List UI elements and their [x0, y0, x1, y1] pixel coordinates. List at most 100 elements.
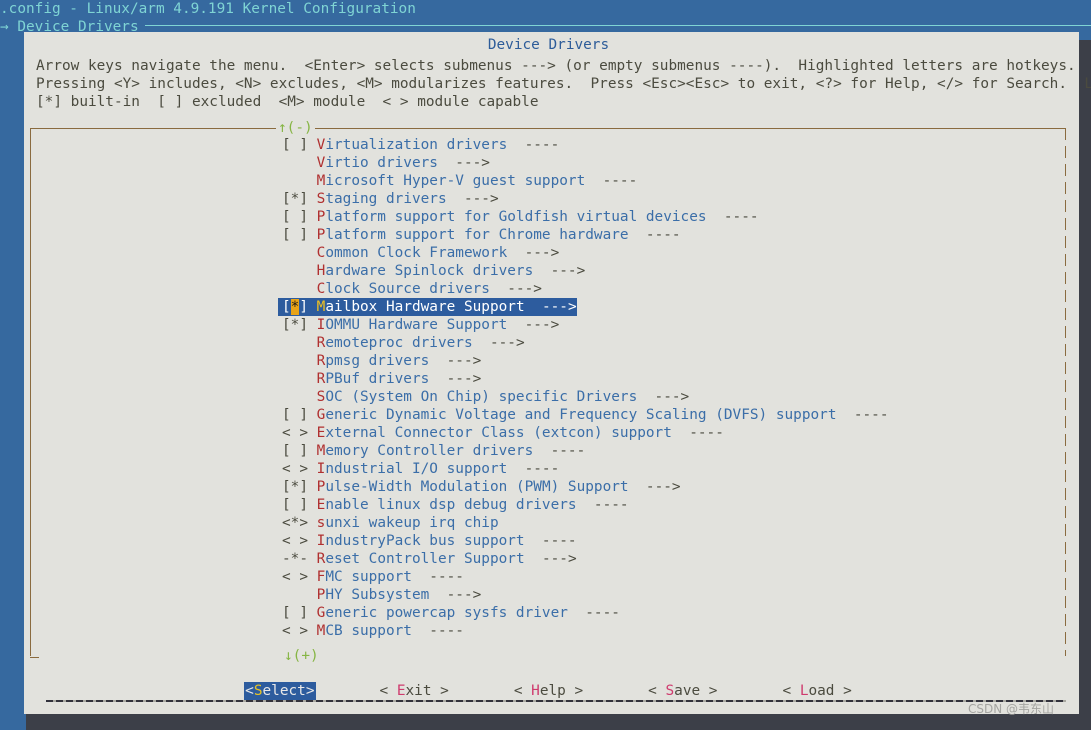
menu-item[interactable]: [ ] Virtualization drivers ----: [278, 136, 559, 154]
menu-item[interactable]: < > Industrial I/O support ----: [278, 460, 559, 478]
action-button[interactable]: < Exit >: [379, 682, 450, 700]
menu-item-star-icon: *: [290, 191, 300, 207]
menu-item-submenu-arrow-icon: ----: [524, 533, 577, 549]
menu-item-star-icon: *: [290, 515, 300, 531]
button-label: oad >: [808, 683, 852, 699]
watermark: CSDN @韦东山: [968, 702, 1055, 716]
action-button[interactable]: < Load >: [781, 682, 852, 700]
button-bracket-left: <: [379, 683, 397, 699]
menu-item-label: OMMU Hardware Support: [325, 317, 508, 333]
menu-item-state: < >: [282, 569, 317, 585]
action-button[interactable]: <Select>: [244, 682, 316, 700]
menu-item-submenu-arrow-icon: ----: [585, 173, 638, 189]
menu-item[interactable]: Remoteproc drivers --->: [278, 334, 525, 352]
menu-item-submenu-arrow-icon: ----: [567, 605, 620, 621]
menu-item-state: [282, 155, 317, 171]
menu-item[interactable]: RPBuf drivers --->: [278, 370, 482, 388]
menu-item-submenu-arrow-icon: ----: [507, 461, 560, 477]
menu-item[interactable]: [ ] Platform support for Chrome hardware…: [278, 226, 681, 244]
menu-item[interactable]: < > MCB support ----: [278, 622, 464, 640]
menu-item[interactable]: SOC (System On Chip) specific Drivers --…: [278, 388, 690, 406]
menu-item-submenu-arrow-icon: --->: [429, 353, 482, 369]
action-button[interactable]: < Help >: [513, 682, 584, 700]
menu-list: [ ] Virtualization drivers ---- Virtio d…: [278, 136, 1058, 640]
menu-item-submenu-arrow-icon: --->: [489, 281, 542, 297]
action-button[interactable]: < Save >: [647, 682, 718, 700]
button-hotkey: S: [665, 683, 675, 699]
menu-item-state: [282, 245, 317, 261]
menu-item[interactable]: [*] Mailbox Hardware Support --->: [278, 298, 577, 316]
button-hotkey: S: [253, 683, 263, 699]
menu-item-label: ommon Clock Framework: [325, 245, 508, 261]
menu-item-submenu-arrow-icon: --->: [472, 335, 525, 351]
menu-item-label: eneric powercap sysfs driver: [325, 605, 568, 621]
menu-item[interactable]: -*- Reset Controller Support --->: [278, 550, 577, 568]
button-label: elp >: [539, 683, 584, 699]
menu-item-state: <*>: [282, 515, 317, 531]
menu-item-submenu-arrow-icon: --->: [437, 155, 490, 171]
menu-item-submenu-arrow-icon: ----: [576, 497, 629, 513]
menu-item-label: PBuf drivers: [325, 371, 430, 387]
menu-item-submenu-arrow-icon: ----: [671, 425, 724, 441]
menu-item-submenu-arrow-icon: --->: [637, 389, 690, 405]
menu-item[interactable]: [ ] Platform support for Goldfish virtua…: [278, 208, 759, 226]
menu-item-label: emoteproc drivers: [325, 335, 473, 351]
menu-item[interactable]: [*] Staging drivers --->: [278, 190, 499, 208]
scroll-down-indicator[interactable]: ↓(+): [282, 647, 321, 665]
menu-item-state: [ ]: [282, 605, 317, 621]
button-label: xit >: [405, 683, 449, 699]
menu-item-label: eneric Dynamic Voltage and Frequency Sca…: [325, 407, 837, 423]
menu-item-submenu-arrow-icon: ----: [628, 227, 681, 243]
menu-item-label: ardware Spinlock drivers: [325, 263, 534, 279]
menu-item[interactable]: Rpmsg drivers --->: [278, 352, 482, 370]
menu-item-label: latform support for Chrome hardware: [325, 227, 629, 243]
menu-item-state: [*]: [282, 479, 317, 495]
menu-item[interactable]: [*] IOMMU Hardware Support --->: [278, 316, 559, 334]
menu-item-label: CB support: [325, 623, 412, 639]
menu-item[interactable]: < > IndustryPack bus support ----: [278, 532, 577, 550]
menu-item-state: [282, 353, 317, 369]
menu-item[interactable]: [ ] Enable linux dsp debug drivers ----: [278, 496, 629, 514]
menu-item-submenu-arrow-icon: --->: [524, 551, 577, 567]
frame-left-border: [30, 128, 31, 656]
menu-frame: ↑(-) ↓(+) [ ] Virtualization drivers ---…: [30, 119, 1066, 665]
menu-item[interactable]: Clock Source drivers --->: [278, 280, 542, 298]
menu-item-state: [ ]: [282, 137, 317, 153]
menu-item-state: [ ]: [282, 497, 317, 513]
menu-item-state: < >: [282, 533, 317, 549]
menu-item[interactable]: Microsoft Hyper-V guest support ----: [278, 172, 638, 190]
menu-item-state: [ ]: [282, 227, 317, 243]
menu-item[interactable]: [ ] Generic powercap sysfs driver ----: [278, 604, 620, 622]
menu-item-submenu-arrow-icon: --->: [524, 299, 577, 315]
menu-item-label: lock Source drivers: [325, 281, 490, 297]
menu-item-label: OC (System On Chip) specific Drivers: [325, 389, 638, 405]
menu-item[interactable]: < > FMC support ----: [278, 568, 464, 586]
menu-item-label: unxi wakeup irq chip: [325, 515, 499, 531]
menu-item-state: [282, 263, 317, 279]
menu-item-submenu-arrow-icon: ----: [706, 209, 759, 225]
menu-item[interactable]: Virtio drivers --->: [278, 154, 490, 172]
menu-item[interactable]: Common Clock Framework --->: [278, 244, 560, 262]
menu-item-state: -*-: [282, 551, 317, 567]
menu-item[interactable]: PHY Subsystem --->: [278, 586, 482, 604]
menu-item[interactable]: [ ] Generic Dynamic Voltage and Frequenc…: [278, 406, 888, 424]
frame-top-right-corner: [1057, 128, 1066, 129]
menu-item-label: irtualization drivers: [325, 137, 508, 153]
menu-item-submenu-arrow-icon: --->: [429, 371, 482, 387]
menu-item-state: [*]: [282, 299, 317, 315]
button-separator: [46, 700, 1066, 702]
scroll-up-indicator[interactable]: ↑(-): [276, 119, 315, 137]
menu-item-label: nable linux dsp debug drivers: [325, 497, 577, 513]
menu-item-label: ndustrial I/O support: [325, 461, 508, 477]
menu-item[interactable]: Hardware Spinlock drivers --->: [278, 262, 586, 280]
menu-item[interactable]: <*> sunxi wakeup irq chip: [278, 514, 499, 532]
menu-item[interactable]: < > External Connector Class (extcon) su…: [278, 424, 724, 442]
button-bracket-left: <: [648, 683, 666, 699]
menu-item[interactable]: [*] Pulse-Width Modulation (PWM) Support…: [278, 478, 681, 496]
menu-item-label: pmsg drivers: [325, 353, 430, 369]
menu-item-label: irtio drivers: [325, 155, 438, 171]
menu-item-state: < >: [282, 425, 317, 441]
menu-item-submenu-arrow-icon: --->: [507, 245, 560, 261]
menu-item[interactable]: [ ] Memory Controller drivers ----: [278, 442, 585, 460]
menu-item-submenu-arrow-icon: ----: [836, 407, 889, 423]
